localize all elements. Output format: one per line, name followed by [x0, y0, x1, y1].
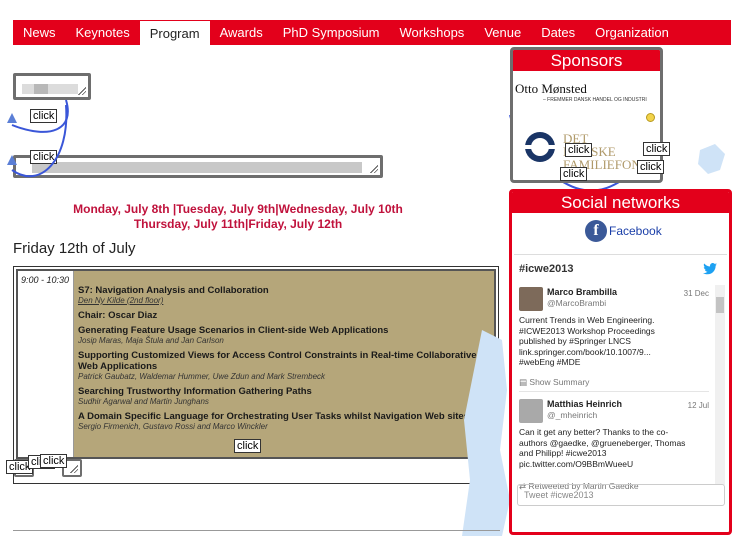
tweet-handle[interactable]: @MarcoBrambi — [547, 298, 606, 308]
tweet-show-summary[interactable]: ▤ Show Summary — [519, 377, 589, 388]
paper-authors: Josip Maras, Maja Štula and Jan Carlson — [78, 336, 224, 345]
tweet-date[interactable]: 12 Jul — [688, 401, 709, 410]
session-item: Chair: Oscar Diaz — [78, 310, 490, 321]
tweet-scrollbar[interactable] — [715, 285, 725, 485]
tweet-date[interactable]: 31 Dec — [684, 289, 709, 298]
facebook-label[interactable]: Facebook — [609, 224, 662, 238]
twitter-hashtag[interactable]: #icwe2013 — [519, 263, 573, 275]
session-item: A Domain Specific Language for Orchestra… — [78, 411, 490, 432]
session-item: Searching Trustworthy Information Gather… — [78, 386, 490, 407]
social-title: Social networks — [512, 192, 729, 213]
click-tag[interactable]: click — [40, 454, 68, 468]
session-chair: Chair: Oscar Diaz — [78, 310, 158, 321]
tweet-body: Current Trends in Web Engineering. #ICWE… — [519, 315, 655, 367]
divider — [13, 530, 500, 531]
click-tag[interactable]: click — [637, 160, 665, 174]
session-item: Generating Feature Usage Scenarios in Cl… — [78, 325, 490, 346]
tweet-author[interactable]: Marco Brambilla — [547, 287, 617, 297]
map-decoration — [698, 144, 725, 174]
tweet-foot-label[interactable]: Show Summary — [529, 377, 589, 387]
paper-title: Searching Trustworthy Information Gather… — [78, 386, 312, 397]
session-item: S7: Navigation Analysis and Collaboratio… — [78, 285, 490, 306]
paper-title: Supporting Customized Views for Access C… — [78, 350, 477, 372]
paper-title: A Domain Specific Language for Orchestra… — [78, 411, 470, 422]
sponsor-det-logo-icon[interactable] — [523, 130, 557, 164]
tweet-scroll-thumb[interactable] — [716, 297, 724, 313]
paper-authors: Sudhir Agarwal and Martin Junghans — [78, 397, 209, 406]
sponsors-title: Sponsors — [513, 50, 660, 71]
day-title: Friday 12th of July — [13, 240, 136, 257]
paper-authors: Patrick Gaubatz, Waldemar Hummer, Uwe Zd… — [78, 372, 326, 381]
day-links: Monday, July 8th |Tuesday, July 9th|Wedn… — [13, 202, 463, 232]
tweet-body: Can it get any better? Thanks to the co-… — [519, 427, 686, 469]
avatar[interactable] — [519, 399, 543, 423]
paper-authors: Sergio Firmenich, Gustavo Rossi and Marc… — [78, 422, 268, 431]
avatar[interactable] — [519, 287, 543, 311]
yellow-dot-icon — [646, 113, 655, 122]
session-title: S7: Navigation Analysis and Collaboratio… — [78, 285, 269, 296]
session-list: S7: Navigation Analysis and Collaboratio… — [78, 281, 490, 432]
tweet-input[interactable]: Tweet #icwe2013 — [517, 484, 725, 506]
sponsor-otto-logo[interactable]: Otto Mønsted — [515, 81, 660, 97]
map-decoration — [462, 330, 510, 536]
click-tag[interactable]: click — [234, 439, 262, 453]
facebook-link[interactable]: f Facebook — [585, 220, 662, 242]
session-item: Supporting Customized Views for Access C… — [78, 350, 490, 382]
schedule-panel[interactable]: 9:00 - 10:30 S7: Navigation Analysis and… — [16, 269, 496, 459]
tweet-handle[interactable]: @_mheinrich — [547, 410, 597, 420]
session-location-link[interactable]: Den Ny Kilde (2nd floor) — [78, 296, 490, 306]
click-tag[interactable]: click — [560, 167, 588, 181]
facebook-icon[interactable]: f — [585, 220, 607, 242]
tweet-item[interactable]: Marco Brambilla @MarcoBrambi 31 Dec Curr… — [519, 287, 709, 387]
social-panel: Social networks f Facebook #icwe2013 Mar… — [509, 189, 732, 535]
day-links-line1[interactable]: Monday, July 8th |Tuesday, July 9th|Wedn… — [13, 202, 463, 217]
click-tag[interactable]: click — [643, 142, 671, 156]
sponsor-otto-tagline: – FREMMER DANSK HANDEL OG INDUSTRI — [543, 97, 647, 103]
twitter-bird-icon[interactable] — [703, 263, 717, 275]
day-links-line2[interactable]: Thursday, July 11th|Friday, July 12th — [13, 217, 463, 232]
tweet-divider — [519, 391, 709, 392]
summary-icon: ▤ — [519, 377, 530, 387]
paper-title: Generating Feature Usage Scenarios in Cl… — [78, 325, 389, 336]
tweet-author[interactable]: Matthias Heinrich — [547, 399, 622, 409]
click-tag[interactable]: click — [565, 143, 593, 157]
resize-grip-icon[interactable] — [70, 465, 78, 473]
session-time: 9:00 - 10:30 — [18, 271, 74, 457]
